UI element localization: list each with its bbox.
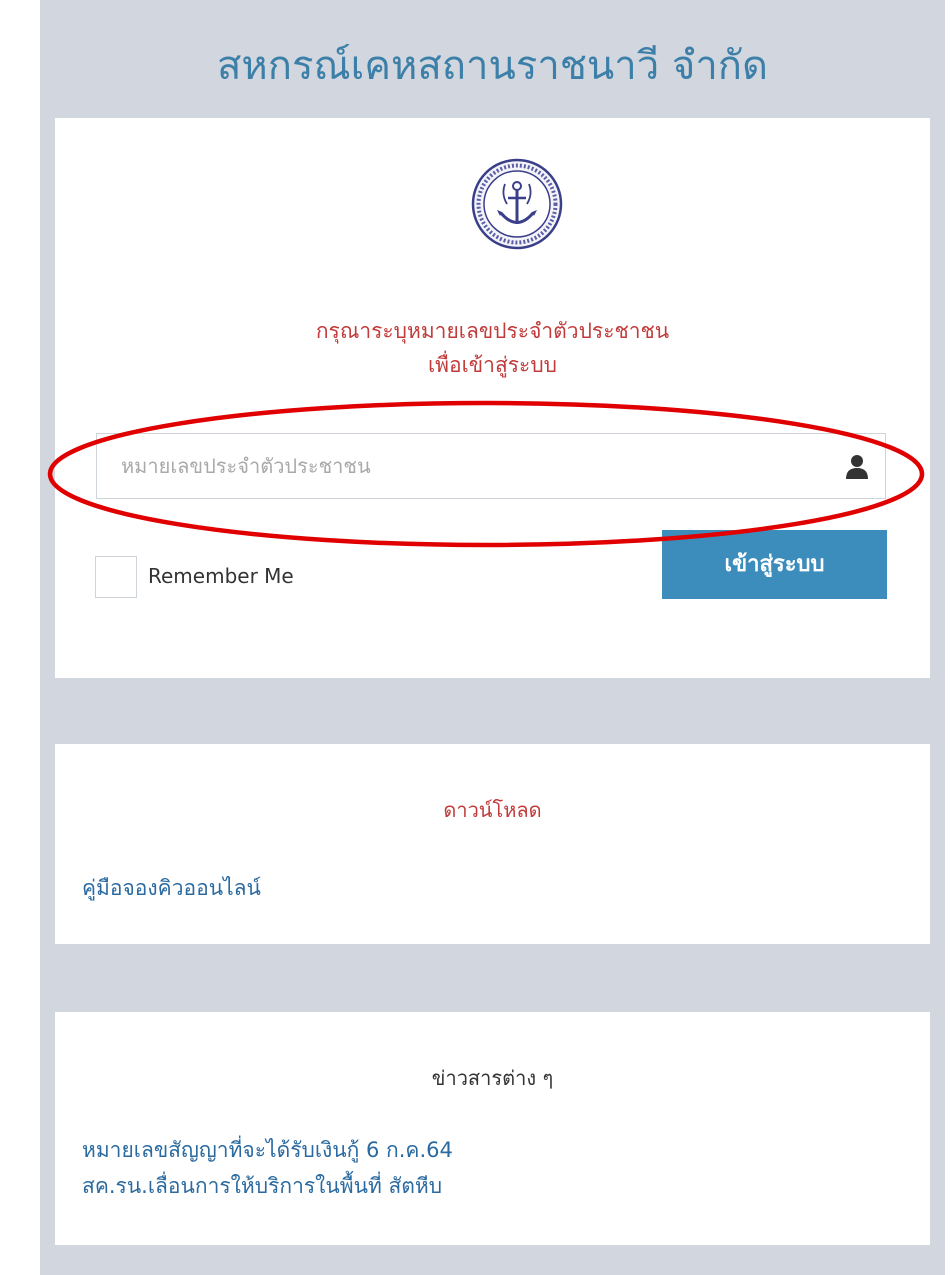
user-icon [846,455,868,479]
login-prompt-line1: กรุณาระบุหมายเลขประจำตัวประชาชน [315,319,670,343]
download-title: ดาวน์โหลด [443,798,542,822]
remember-me-label[interactable]: Remember Me [148,558,294,594]
download-link-manual[interactable]: คู่มือจองคิวออนไลน์ [82,872,261,905]
news-link-service-postponed[interactable]: สค.รน.เลื่อนการให้บริการในพื้นที่ สัตหีบ [82,1170,442,1203]
anchor-seal-logo [471,158,563,250]
login-prompt: กรุณาระบุหมายเลขประจำตัวประชาชน เพื่อเข้… [55,314,930,382]
download-card: ดาวน์โหลด คู่มือจองคิวออนไลน์ [55,744,930,944]
site-title: สหกรณ์เคหสถานราชนาวี จำกัด [217,43,768,89]
login-prompt-line2: เพื่อเข้าสู่ระบบ [428,353,557,377]
remember-me-checkbox[interactable] [95,556,137,598]
news-card: ข่าวสารต่าง ๆ หมายเลขสัญญาที่จะได้รับเงิ… [55,1012,930,1245]
login-button[interactable]: เข้าสู่ระบบ [662,530,887,599]
frame-edge-left [0,0,40,1275]
id-number-input[interactable] [97,434,885,498]
news-link-loan-contracts[interactable]: หมายเลขสัญญาที่จะได้รับเงินกู้ 6 ก.ค.64 [82,1134,453,1167]
news-title: ข่าวสารต่าง ๆ [431,1066,554,1090]
login-card: กรุณาระบุหมายเลขประจำตัวประชาชน เพื่อเข้… [55,118,930,678]
id-input-container [96,433,886,499]
frame-edge-right [945,0,951,1275]
